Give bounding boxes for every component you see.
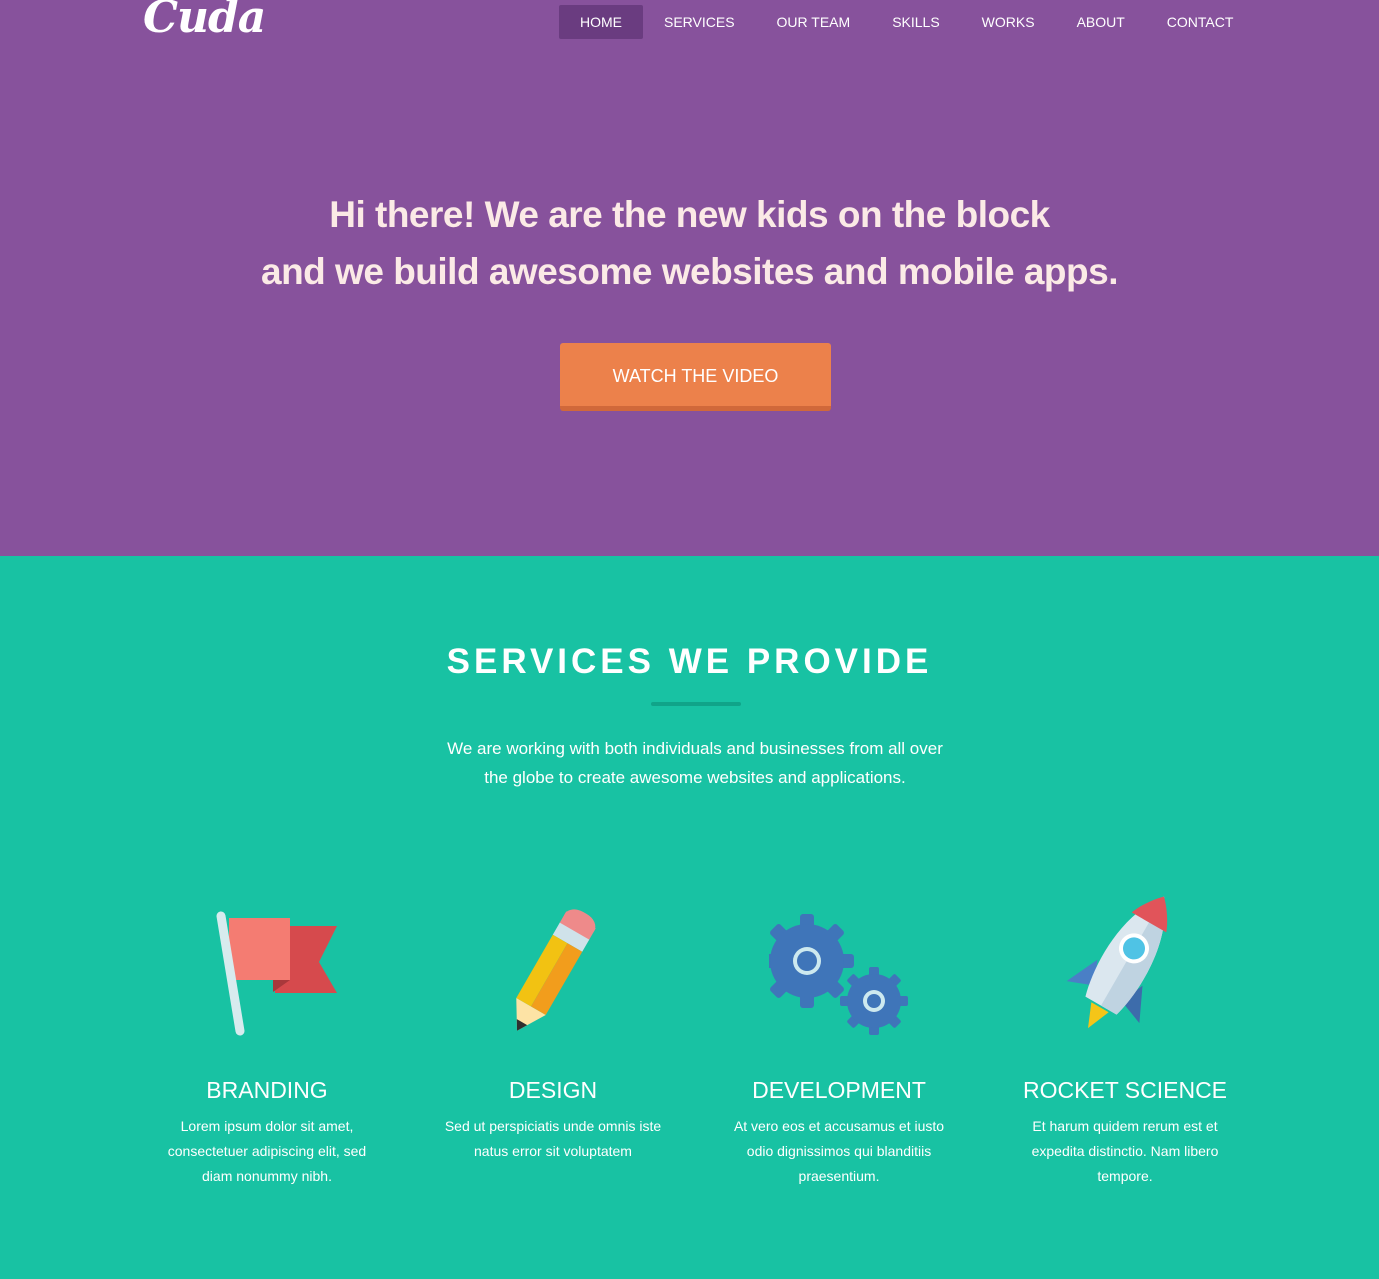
services-intro: We are working with both individuals and… <box>420 734 970 792</box>
services-section: SERVICES WE PROVIDE We are working with … <box>0 556 1379 1279</box>
service-text-rocket-science: Et harum quidem rerum est et expedita di… <box>1031 1118 1219 1184</box>
services-intro-line-1: We are working with both individuals and… <box>447 739 943 758</box>
service-title-branding: BRANDING <box>206 1077 328 1103</box>
nav-our-team[interactable]: OUR TEAM <box>756 5 872 39</box>
flag-icon <box>197 886 337 1036</box>
service-card-rocket-science: ROCKET SCIENCE Et harum quidem rerum est… <box>982 886 1268 1189</box>
service-title-design: DESIGN <box>508 1077 598 1103</box>
nav-about[interactable]: ABOUT <box>1056 5 1146 39</box>
logo[interactable]: Cuda <box>143 0 266 43</box>
service-card-design: DESIGN Sed ut perspiciatis unde omnis is… <box>410 886 696 1189</box>
nav-services[interactable]: SERVICES <box>643 5 756 39</box>
nav-home[interactable]: HOME <box>559 5 643 39</box>
nav-contact[interactable]: CONTACT <box>1146 5 1255 39</box>
rocket-icon <box>1055 886 1195 1036</box>
service-text-design: Sed ut perspiciatis unde omnis iste natu… <box>444 1118 662 1159</box>
nav-works[interactable]: WORKS <box>961 5 1056 39</box>
service-text-development: At vero eos et accusamus et iusto odio d… <box>733 1118 945 1184</box>
services-intro-line-2: the globe to create awesome websites and… <box>484 768 906 787</box>
service-title-rocket-science: ROCKET SCIENCE <box>1022 1077 1228 1103</box>
pencil-icon <box>483 886 623 1036</box>
services-grid: BRANDING Lorem ipsum dolor sit amet, con… <box>124 886 1268 1189</box>
hero-section: Cuda HOME SERVICES OUR TEAM SKILLS WORKS… <box>0 0 1379 556</box>
services-title-divider <box>651 702 741 706</box>
service-title-development: DEVELOPMENT <box>752 1077 926 1103</box>
hero-headline-line-1: Hi there! We are the new kids on the blo… <box>329 194 1050 235</box>
gears-icon <box>760 886 909 1036</box>
service-card-branding: BRANDING Lorem ipsum dolor sit amet, con… <box>124 886 410 1189</box>
service-text-branding: Lorem ipsum dolor sit amet, consectetuer… <box>167 1118 367 1184</box>
services-title: SERVICES WE PROVIDE <box>446 642 933 681</box>
nav-skills[interactable]: SKILLS <box>871 5 960 39</box>
watch-video-button[interactable]: WATCH THE VIDEO <box>560 343 831 411</box>
main-nav: HOME SERVICES OUR TEAM SKILLS WORKS ABOU… <box>559 5 1254 39</box>
service-card-development: DEVELOPMENT At vero eos et accusamus et … <box>696 886 982 1189</box>
hero-headline: Hi there! We are the new kids on the blo… <box>0 186 1379 300</box>
hero-headline-line-2: and we build awesome websites and mobile… <box>261 251 1119 292</box>
